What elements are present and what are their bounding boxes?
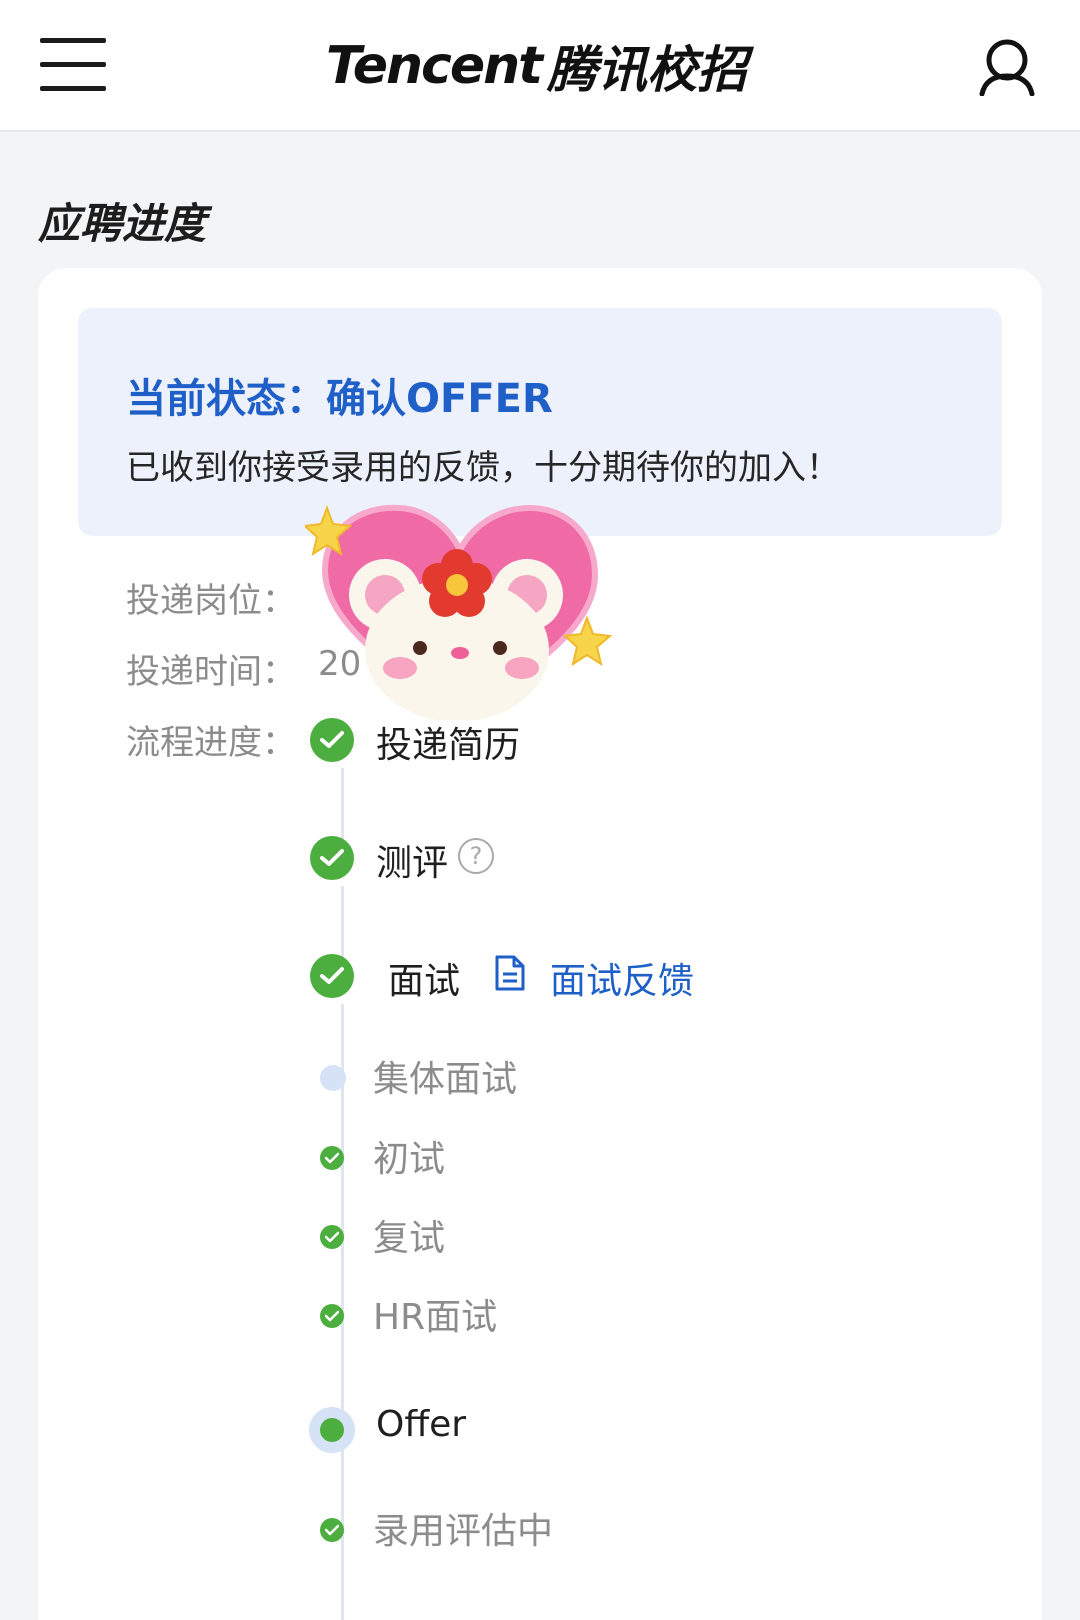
- status-label: 当前状态：: [126, 376, 326, 422]
- help-icon[interactable]: ?: [458, 838, 494, 874]
- bear-heart-sticker-icon: [302, 500, 625, 722]
- step-label: 测评: [376, 843, 449, 884]
- step-done-check-icon: [310, 836, 354, 880]
- interview-feedback-link[interactable]: 面试反馈: [550, 952, 694, 1004]
- step-label: 面试: [388, 961, 461, 1002]
- logo-text-en: Tencent: [326, 36, 543, 96]
- document-icon[interactable]: [494, 954, 526, 996]
- current-status: 当前状态：确认OFFER: [126, 366, 553, 424]
- position-label: 投递岗位：: [126, 581, 296, 621]
- step-label: 复试: [373, 1218, 446, 1259]
- top-bar: Tencent 腾讯校招: [0, 0, 1080, 132]
- logo-text-cn: 腾讯校招: [547, 41, 748, 99]
- step-done-check-icon: [320, 1304, 344, 1328]
- user-icon[interactable]: [978, 36, 1036, 97]
- step-done-check-icon: [320, 1146, 344, 1170]
- step-label: 投递简历: [376, 725, 521, 766]
- tencent-logo[interactable]: Tencent 腾讯校招: [326, 34, 747, 99]
- step-done-check-icon: [320, 1518, 344, 1542]
- step-label: 初试: [373, 1139, 446, 1180]
- status-description: 已收到你接受录用的反馈，十分期待你的加入！: [126, 448, 840, 488]
- progress-card: 当前状态：确认OFFER 已收到你接受录用的反馈，十分期待你的加入！ 投递岗位：…: [38, 268, 1042, 1620]
- step-label: 集体面试: [373, 1059, 518, 1100]
- step-label: Offer: [376, 1404, 467, 1445]
- step-current-dot: [309, 1407, 355, 1453]
- hamburger-menu-icon[interactable]: [40, 38, 106, 94]
- status-value: 确认OFFER: [326, 376, 553, 422]
- step-label: 录用评估中: [373, 1511, 554, 1552]
- progress-label: 流程进度：: [126, 723, 296, 763]
- page-title: 应聘进度: [38, 199, 207, 248]
- step-done-check-icon: [310, 718, 354, 762]
- step-done-check-icon: [320, 1225, 344, 1249]
- step-label: HR面试: [373, 1297, 498, 1338]
- step-pending-dot: [320, 1065, 346, 1091]
- step-done-check-icon: [310, 954, 354, 998]
- time-label: 投递时间：: [126, 652, 296, 692]
